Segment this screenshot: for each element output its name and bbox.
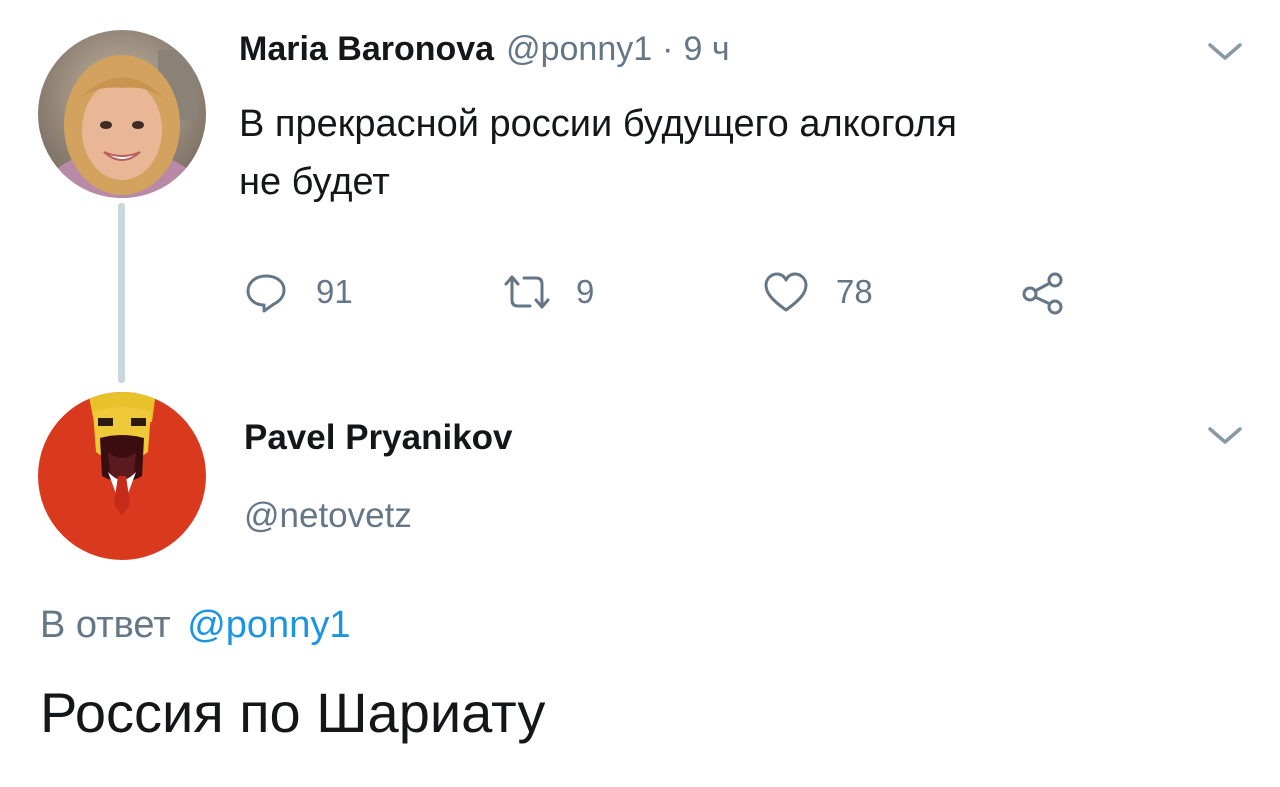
tweet-text-line-1: В прекрасной россии будущего алкоголя	[239, 103, 957, 145]
reply-count: 91	[316, 273, 353, 310]
timestamp[interactable]: 9 ч	[683, 30, 729, 69]
in-reply-prefix: В ответ	[40, 604, 171, 646]
separator-dot: ·	[662, 30, 674, 68]
user-handle[interactable]: @ponny1	[506, 30, 652, 69]
thread-connector	[118, 203, 125, 383]
reply-display-name[interactable]: Pavel Pryanikov	[244, 418, 513, 458]
retweet-count: 9	[576, 273, 595, 310]
reply-button[interactable]: 91	[244, 270, 353, 314]
in-reply-to: В ответ @ponny1	[40, 604, 350, 647]
like-button[interactable]: 78	[762, 270, 873, 314]
reply-tweet-text: Россия по Шариату	[40, 681, 546, 744]
retweet-icon	[500, 270, 554, 314]
share-icon	[1018, 270, 1068, 316]
retweet-button[interactable]: 9	[500, 270, 594, 314]
share-button[interactable]	[1018, 270, 1068, 316]
tweet-text-line-2: не будет	[239, 161, 390, 203]
tweet-text: В прекрасной россии будущего алкоголя не…	[239, 95, 957, 211]
chevron-down-icon[interactable]	[1206, 40, 1244, 69]
tweet-header: Maria Baronova @ponny1 · 9 ч	[239, 30, 730, 70]
display-name[interactable]: Maria Baronova	[239, 30, 494, 69]
like-icon	[762, 270, 810, 314]
chevron-down-icon[interactable]	[1206, 424, 1244, 453]
in-reply-handle-link[interactable]: @ponny1	[187, 604, 350, 646]
avatar-pavel[interactable]	[38, 392, 206, 560]
reply-user-handle[interactable]: @netovetz	[244, 496, 412, 536]
reply-icon	[244, 270, 288, 314]
like-count: 78	[836, 273, 873, 310]
avatar-maria[interactable]	[38, 30, 206, 198]
